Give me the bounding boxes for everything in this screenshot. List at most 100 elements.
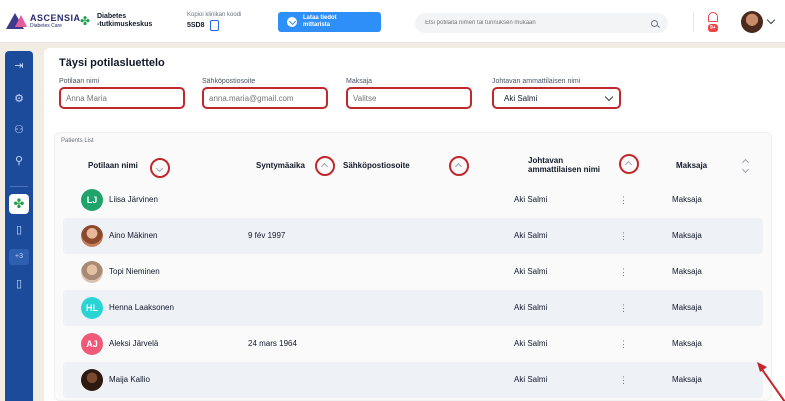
search-input[interactable] [425, 20, 651, 26]
logout-icon[interactable]: ⇥ [12, 59, 26, 73]
patient-payer: Maksaja [672, 339, 702, 348]
patient-payer: Maksaja [672, 375, 702, 384]
search-icon[interactable] [651, 19, 658, 27]
patient-name: Henna Laaksonen [109, 303, 174, 312]
patients-list: Patients List Potilaan nimi Syntymäaika … [54, 132, 772, 401]
notification-badge: 9+ [708, 24, 718, 32]
clinic-clover-icon[interactable]: ✤ [9, 194, 29, 214]
patient-professional: Aki Salmi [514, 195, 548, 204]
chevron-down-icon [604, 92, 614, 101]
top-bar: ASCENSIA Diabetes Care ✤ Diabetes -tutki… [0, 0, 785, 43]
patient-avatar [81, 369, 103, 391]
clinic-selector[interactable]: ✤ Diabetes -tutkimuskeskus [80, 13, 152, 29]
download-label-line1: Lataa tiedot [303, 15, 337, 21]
sort-name-icon[interactable] [150, 158, 170, 178]
ascensia-logo-icon [6, 13, 28, 29]
patient-professional: Aki Salmi [514, 375, 548, 384]
annotation-arrow [757, 362, 785, 401]
sort-payer-icon[interactable] [741, 158, 751, 174]
clover-icon: ✤ [80, 14, 91, 28]
more-options-icon[interactable]: ⋮ [619, 290, 628, 326]
document-icon[interactable]: ▯ [12, 277, 26, 291]
patient-avatar [81, 261, 103, 283]
download-meter-data-button[interactable]: Lataa tiedot mittarista [278, 12, 381, 32]
filter-label: Sähköpostiosoite [202, 78, 256, 85]
column-professional-line1[interactable]: Johtavan [528, 156, 563, 165]
patient-name: Aino Mäkinen [109, 231, 158, 240]
patient-professional: Aki Salmi [514, 339, 548, 348]
clinic-code-value: 5SD8 [187, 22, 205, 29]
clinic-name-line2: -tutkimuskeskus [97, 21, 153, 28]
sidebar-divider [10, 186, 28, 187]
filter-professional: Johtavan ammattilaisen nimi Aki Salmi [492, 78, 621, 109]
sort-birthday-icon[interactable] [315, 156, 335, 176]
table-row[interactable]: HL Henna Laaksonen Aki Salmi Maksaja ⋮ [63, 290, 763, 326]
clinic-code: Kopioi klinikan koodi 5SD8 [187, 12, 241, 31]
column-email[interactable]: Sähköpostiosoite [343, 161, 410, 170]
column-name[interactable]: Potilaan nimi [88, 161, 138, 170]
page-title: Täysi potilasluettelo [59, 57, 165, 69]
professional-select[interactable]: Aki Salmi [492, 87, 621, 109]
more-options-icon[interactable]: ⋮ [619, 326, 628, 362]
professional-select-value: Aki Salmi [504, 93, 538, 103]
sidebar: ⇥ ⚙ ⚇ ⚲ ✤ ▯ +3 ▯ [5, 51, 33, 401]
logo-sub: Diabetes Care [30, 23, 62, 29]
patient-name: Maija Kallio [109, 375, 150, 384]
download-icon [287, 17, 297, 27]
sort-email-icon[interactable] [449, 156, 469, 176]
patient-name: Aleksi Järvelä [109, 339, 159, 348]
patient-payer: Maksaja [672, 267, 702, 276]
more-options-icon[interactable]: ⋮ [619, 182, 628, 218]
patient-search[interactable] [415, 13, 668, 33]
users-icon[interactable]: ⚇ [12, 123, 26, 137]
patient-payer: Maksaja [672, 231, 702, 240]
patient-professional: Aki Salmi [514, 267, 548, 276]
more-options-icon[interactable]: ⋮ [619, 254, 628, 290]
filter-label: Maksaja [346, 78, 373, 85]
filter-patient-name: Potilaan nimi [59, 78, 185, 109]
user-settings-icon[interactable]: ⚲ [12, 154, 26, 168]
column-birthday[interactable]: Syntymäaika [256, 161, 305, 170]
list-title: Patients List [61, 138, 94, 144]
filter-payer: Maksaja [346, 78, 472, 109]
patient-avatar: AJ [81, 333, 103, 355]
patient-payer: Maksaja [672, 195, 702, 204]
sort-professional-icon[interactable] [619, 154, 639, 174]
patient-professional: Aki Salmi [514, 303, 548, 312]
patient-payer: Maksaja [672, 303, 702, 312]
download-label-line2: mittarista [303, 22, 331, 28]
filter-label: Potilaan nimi [59, 78, 100, 85]
table-row[interactable]: Topi Nieminen Aki Salmi Maksaja ⋮ [63, 254, 763, 290]
user-avatar[interactable] [741, 11, 763, 33]
table-header: Potilaan nimi Syntymäaika Sähköpostiosoi… [55, 150, 773, 180]
header-divider [693, 12, 694, 32]
ascensia-logo: ASCENSIA Diabetes Care [6, 13, 81, 29]
copy-icon[interactable] [209, 20, 219, 31]
patient-avatar: LJ [81, 189, 103, 211]
more-options-icon[interactable]: ⋮ [619, 218, 628, 254]
table-row[interactable]: AJ Aleksi Järvelä 24 mars 1964 Aki Salmi Mak… [63, 326, 763, 362]
patient-professional: Aki Salmi [514, 231, 548, 240]
table-body: LJ Liisa Järvinen Aki Salmi Maksaja ⋮ Aino Mä… [63, 182, 763, 398]
email-input[interactable] [202, 87, 328, 109]
more-options-icon[interactable]: ⋮ [619, 362, 628, 398]
patient-name-input[interactable] [59, 87, 185, 109]
patient-name: Liisa Järvinen [109, 195, 158, 204]
chevron-down-icon[interactable] [766, 15, 776, 25]
patient-birthday: 9 fév 1997 [248, 231, 286, 240]
more-clinics-button[interactable]: +3 [9, 249, 29, 265]
table-row[interactable]: Aino Mäkinen 9 fév 1997 Aki Salmi Maksaja ⋮ [63, 218, 763, 254]
column-payer[interactable]: Maksaja [676, 161, 707, 170]
copy-code-label: Kopioi klinikan koodi [187, 12, 242, 18]
filter-email: Sähköpostiosoite [202, 78, 328, 109]
notifications[interactable]: 9+ [705, 12, 723, 32]
main-panel: Täysi potilasluettelo Potilaan nimi Sähk… [44, 48, 785, 401]
filter-label: Johtavan ammattilaisen nimi [492, 78, 581, 85]
table-row[interactable]: LJ Liisa Järvinen Aki Salmi Maksaja ⋮ [63, 182, 763, 218]
table-row[interactable]: Maija Kallio Aki Salmi Maksaja ⋮ [63, 362, 763, 398]
settings-icon[interactable]: ⚙ [12, 92, 26, 106]
document-icon[interactable]: ▯ [12, 223, 26, 237]
payer-input[interactable] [346, 87, 472, 109]
column-professional-line2[interactable]: ammattilaisen nimi [528, 165, 600, 174]
clinic-name-line1: Diabetes [97, 13, 127, 20]
